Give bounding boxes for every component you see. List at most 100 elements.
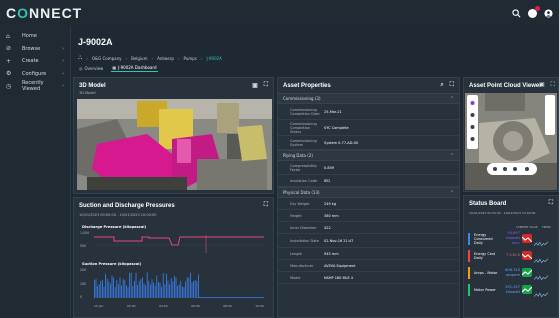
suction-bar [151, 279, 153, 298]
suction-bar [169, 284, 170, 298]
section-physical-data[interactable]: Physical Data (13) ⌃ [278, 187, 459, 198]
suction-bar [111, 275, 113, 298]
discharge-pressure-plot[interactable] [94, 233, 264, 257]
status-color-bar [468, 283, 470, 296]
image-icon[interactable]: ▣ [252, 82, 258, 89]
model-panel-subtitle: 3D Model [79, 91, 96, 95]
expand-icon[interactable]: ⛶ [549, 200, 553, 207]
model-viewport[interactable] [77, 99, 272, 190]
chevron-right-icon: › [62, 83, 64, 90]
sidebar-item-recently-viewed[interactable]: ◷ Recently Viewed › [0, 80, 70, 93]
chevron-up-icon: ⌃ [449, 95, 454, 102]
suction-bar [166, 273, 167, 298]
suction-bar [145, 285, 146, 298]
property-row: Insulation Code IED [278, 175, 459, 187]
status-row: Energy Cost Daily 7,110.5 [468, 249, 559, 263]
search-icon[interactable] [511, 8, 521, 18]
status-color-bar [468, 249, 470, 262]
property-row: Compressibility Factor 0.859 [278, 161, 459, 175]
section-piping-data[interactable]: Piping Data (2) ⌃ [278, 150, 459, 161]
x-tick: 10:00 [255, 304, 264, 308]
expand-icon[interactable]: ⛶ [264, 202, 268, 209]
browse-icon: ⊘ [6, 45, 12, 53]
pressure-chart-title: Suction and Discharge Pressures [79, 202, 175, 209]
account-icon[interactable] [543, 8, 553, 18]
breadcrumb-item[interactable]: Pumps [183, 56, 196, 61]
expand-icon[interactable]: ⛶ [450, 82, 454, 89]
point-cloud-viewport[interactable] [465, 93, 557, 190]
y-tick: 0 [80, 295, 83, 299]
suction-bar [118, 284, 119, 298]
section-commissioning[interactable]: Commissioning (3) ⌃ [278, 93, 459, 104]
breadcrumb-item[interactable]: O&G Company [92, 56, 122, 61]
suction-bar [113, 277, 114, 298]
sidebar-item-configure[interactable]: ⚙ Configure › [0, 68, 70, 81]
suction-pressure-plot[interactable] [94, 270, 264, 298]
suction-bar [135, 272, 137, 298]
trend-down-icon [522, 234, 532, 243]
sidebar-item-browse[interactable]: ⊘ Browse › [0, 43, 70, 56]
sidebar-item-create[interactable]: + Create › [0, 55, 70, 68]
suction-bar [150, 284, 151, 298]
trend-down-icon [522, 251, 532, 260]
overview-icon: ◎ [79, 65, 83, 71]
trend-sparkline [533, 268, 549, 280]
dashboard-icon: ▦ [112, 65, 117, 70]
suction-bar [119, 277, 121, 298]
suction-bar [114, 286, 116, 298]
suction-bar [94, 280, 95, 298]
time-range: 10/01/2023 00:00:00 - 10/01/2023 13:00:0… [469, 211, 536, 215]
model-panel: 3D Model ▣ ⛶ 3D Model [73, 77, 274, 194]
search-icon[interactable]: ⌕ [440, 82, 443, 89]
suction-bar [183, 287, 185, 298]
property-row: Commissioning Completion Date 25-Mar-21 [278, 104, 459, 120]
y-tick: 100 [80, 282, 87, 286]
sidebar-item-home[interactable]: ⌂ Home [0, 30, 70, 43]
suction-bar [185, 281, 186, 298]
breadcrumb-item[interactable]: Antwerp [157, 56, 174, 61]
expand-icon[interactable]: ⛶ [551, 81, 555, 89]
tab-dashboard[interactable]: ▦ J-9002A Dashboard [111, 64, 158, 72]
image-icon[interactable]: ▣ [539, 81, 545, 89]
x-tick: 06:00 [191, 304, 200, 308]
chart-label: Discharge Pressure (kilopascal) [82, 225, 147, 229]
status-board-panel: Status Board ⛶ 10/01/2023 00:00:00 - 10/… [463, 195, 559, 318]
suction-bar [191, 282, 193, 298]
property-row: Commissioning System System 0-77-AD-00 [278, 136, 459, 150]
trend-sparkline [533, 285, 549, 297]
suction-bar [130, 272, 132, 298]
status-color-bar [468, 266, 470, 279]
suction-bar [122, 279, 124, 298]
suction-bar [177, 285, 178, 298]
suction-bar [103, 286, 105, 298]
status-board-title: Status Board [469, 200, 507, 207]
user-icon[interactable] [527, 5, 540, 18]
status-value: 7,110.5 [506, 253, 520, 257]
suction-bar [146, 272, 148, 298]
suction-bar [116, 280, 118, 298]
property-row: Commissioning Completion Status SYC Compl… [278, 120, 459, 136]
status-value: 54,697 kilowatt hour [505, 231, 520, 245]
chevron-up-icon: ⌃ [449, 152, 454, 159]
suction-bar [129, 272, 130, 298]
chevron-up-icon: ⌃ [449, 189, 454, 196]
property-row: Length 945 mm [278, 248, 459, 260]
suction-bar [124, 280, 126, 298]
property-row: Manufacturer AVEVA Equipment [278, 260, 459, 272]
suction-bar [126, 285, 127, 298]
chevron-right-icon: › [62, 45, 64, 52]
property-row: Inner Diameter 422 [278, 222, 459, 234]
suction-bar [172, 281, 174, 298]
y-tick: 1,000 [80, 231, 90, 235]
asset-properties-title: Asset Properties [283, 82, 331, 89]
suction-bar [186, 277, 188, 298]
breadcrumb-item[interactable]: Belgium [131, 56, 147, 61]
expand-icon[interactable]: ⛶ [264, 82, 268, 89]
time-range: 10/01/2023 00:00:00 - 10/01/2023 10:00:0… [79, 213, 157, 217]
suction-bar [174, 275, 175, 298]
suction-bar [167, 280, 169, 298]
gear-icon: ⚙ [6, 70, 12, 78]
tab-overview[interactable]: ◎ Overview [78, 64, 104, 72]
app-logo[interactable]: CONNECT [6, 5, 82, 21]
clock-icon: ◷ [6, 82, 12, 90]
